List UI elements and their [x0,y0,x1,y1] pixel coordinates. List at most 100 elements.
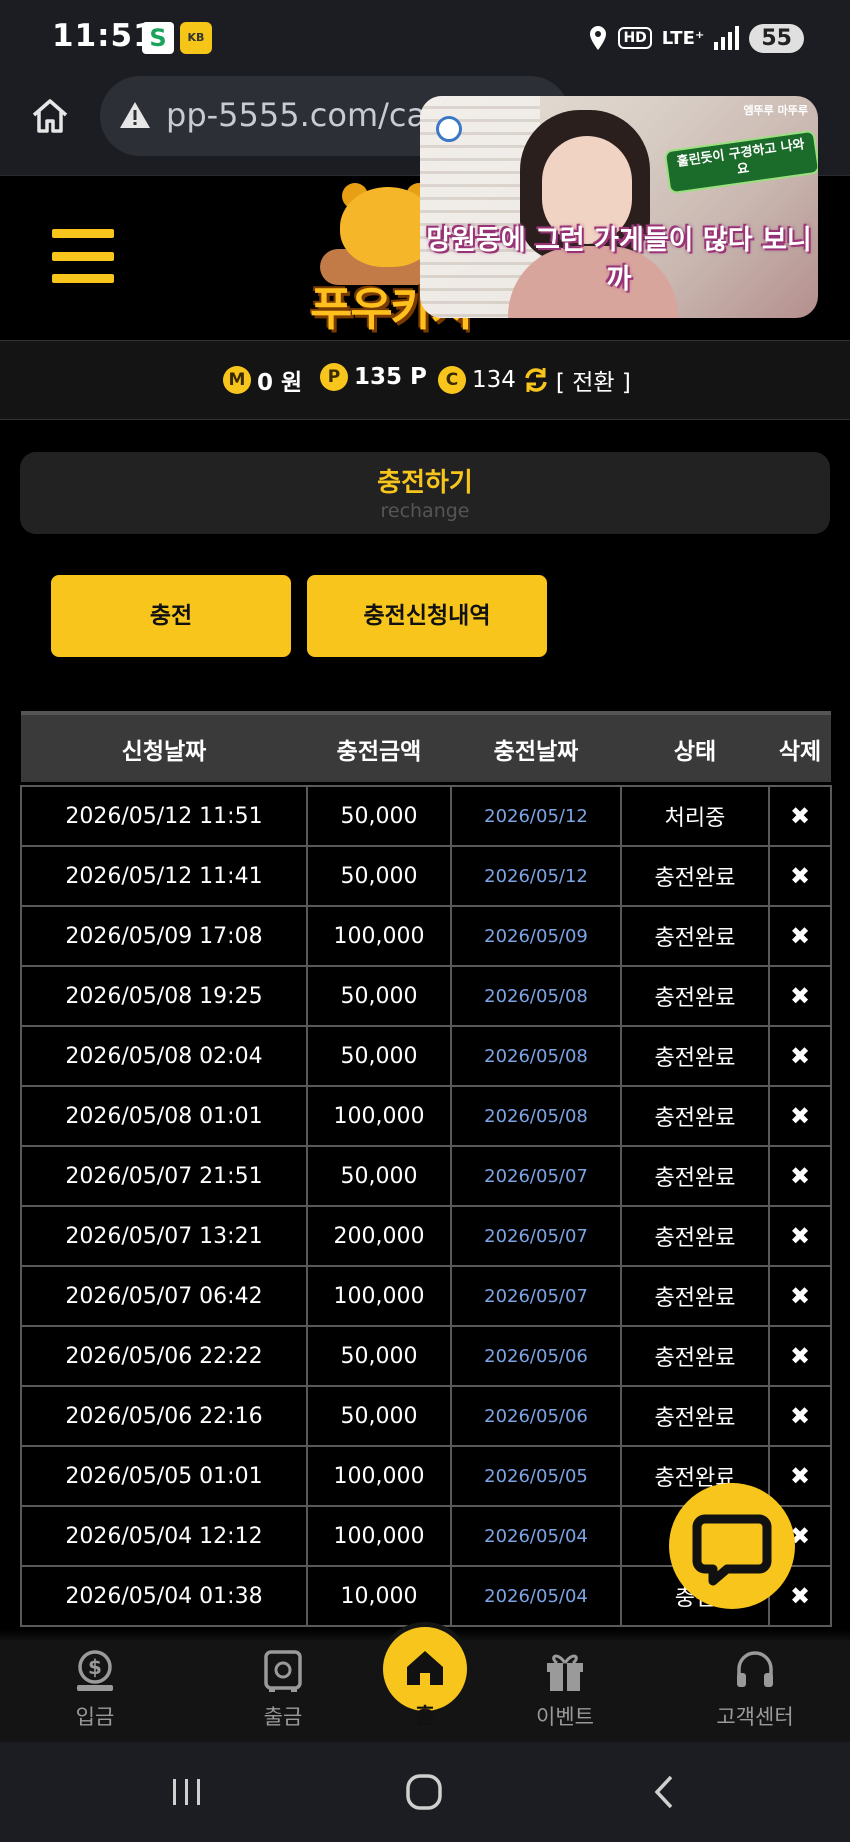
table-row: 2026/05/07 21:51 50,000 2026/05/07 충전완료 ✖ [20,1145,832,1207]
system-navigation-bar [0,1742,850,1842]
svg-text:$: $ [88,1655,102,1679]
gift-icon [547,1654,583,1691]
request-date-cell: 2026/05/06 22:22 [20,1325,308,1387]
delete-icon[interactable]: ✖ [768,905,832,967]
delete-icon[interactable]: ✖ [768,1085,832,1147]
delete-icon[interactable]: ✖ [768,1145,832,1207]
location-icon [590,26,607,50]
charge-date-cell: 2026/05/12 [450,785,622,847]
balance-bar: M 0 원 P 135 P C 134 [ 전환 ] [0,340,850,420]
charge-date-cell: 2026/05/06 [450,1325,622,1387]
col-header-charge-date: 충전날짜 [451,711,621,782]
status-indicators: HD LTE⁺ 55 [588,20,804,56]
main-content: 충전하기 rechange 충전 충전신청내역 신청날짜 충전금액 충전날짜 상… [0,421,850,1639]
switch-button[interactable]: [ 전환 ] [556,363,631,397]
charge-history-button[interactable]: 충전신청내역 [307,575,547,657]
request-date-cell: 2026/05/07 21:51 [20,1145,308,1207]
charge-date-cell: 2026/05/07 [450,1145,622,1207]
url-text[interactable]: pp-5555.com/cas [166,96,426,134]
nav-event[interactable]: 이벤트 [495,1649,635,1739]
delete-icon[interactable]: ✖ [768,1025,832,1087]
menu-icon[interactable] [52,229,114,283]
amount-cell: 50,000 [306,845,452,907]
system-home-icon[interactable] [404,1772,444,1812]
money-balance: M 0 원 [223,363,302,397]
nav-withdraw[interactable]: 출금 [213,1649,353,1739]
status-cell: 충전완료 [620,1085,770,1147]
battery-level: 55 [749,23,804,53]
col-header-status: 상태 [621,711,769,782]
charge-date-cell: 2026/05/06 [450,1385,622,1447]
amount-cell: 200,000 [306,1205,452,1267]
charge-button[interactable]: 충전 [51,575,291,657]
request-date-cell: 2026/05/08 19:25 [20,965,308,1027]
home-icon [407,1651,443,1685]
nav-deposit-label: 입금 [75,1705,115,1729]
warning-icon[interactable] [118,100,152,130]
safe-icon [264,1650,302,1692]
request-date-cell: 2026/05/06 22:16 [20,1385,308,1447]
nav-home-label: 홈 [415,1704,435,1728]
page-subtitle: rechange [380,500,470,522]
table-row: 2026/05/12 11:51 50,000 2026/05/12 처리중 ✖ [20,785,832,847]
pip-video-overlay[interactable]: 훌린듯이 구경하고 나와요 엠뚜루 마뚜루 망원동에 그런 가게들이 많다 보니… [420,96,818,318]
table-row: 2026/05/12 11:41 50,000 2026/05/12 충전완료 ✖ [20,845,832,907]
video-caption: 망원동에 그런 가게들이 많다 보니까 [426,225,812,295]
request-date-cell: 2026/05/07 06:42 [20,1265,308,1327]
headset-icon [737,1651,773,1687]
coin-icon: C [438,366,466,394]
col-header-request-date: 신청날짜 [21,711,307,782]
request-date-cell: 2026/05/05 01:01 [20,1445,308,1507]
table-header-row: 신청날짜 충전금액 충전날짜 상태 삭제 [21,711,831,782]
status-cell: 충전완료 [620,1025,770,1087]
nav-home[interactable]: 홈 [378,1622,472,1732]
charge-date-cell: 2026/05/08 [450,1085,622,1147]
hd-voice-icon: HD [618,27,652,49]
chat-icon [692,1514,772,1586]
charge-date-cell: 2026/05/05 [450,1445,622,1507]
page-title-box: 충전하기 rechange [20,452,830,534]
charge-date-cell: 2026/05/04 [450,1505,622,1567]
status-cell: 충전완료 [620,1325,770,1387]
page-title: 충전하기 [377,468,473,498]
table-row: 2026/05/08 19:25 50,000 2026/05/08 충전완료 ✖ [20,965,832,1027]
table-row: 2026/05/08 02:04 50,000 2026/05/08 충전완료 ✖ [20,1025,832,1087]
charge-date-cell: 2026/05/09 [450,905,622,967]
delete-icon[interactable]: ✖ [768,1265,832,1327]
request-date-cell: 2026/05/04 01:38 [20,1565,308,1627]
nav-support-label: 고객센터 [716,1705,794,1729]
status-time: 11:51 [52,18,156,54]
video-tag: 엠뚜루 마뚜루 [743,104,808,117]
recent-apps-icon[interactable] [167,1772,207,1812]
browser-home-icon[interactable] [30,96,70,136]
back-icon[interactable] [645,1772,685,1812]
signal-icon [714,26,740,50]
video-badge: 훌린듯이 구경하고 나와요 [663,129,818,195]
point-value: 135 P [354,364,427,390]
delete-icon[interactable]: ✖ [768,1325,832,1387]
request-date-cell: 2026/05/12 11:51 [20,785,308,847]
nav-deposit[interactable]: $ 입금 [25,1649,165,1739]
refresh-icon[interactable] [522,366,550,394]
delete-icon[interactable]: ✖ [768,1385,832,1447]
status-cell: 충전완료 [620,1205,770,1267]
charge-date-cell: 2026/05/07 [450,1265,622,1327]
delete-icon[interactable]: ✖ [768,965,832,1027]
request-date-cell: 2026/05/04 12:12 [20,1505,308,1567]
nav-support[interactable]: 고객센터 [685,1649,825,1739]
delete-icon[interactable]: ✖ [768,785,832,847]
nav-withdraw-label: 출금 [263,1705,303,1729]
amount-cell: 100,000 [306,905,452,967]
dollar-coin-icon: $ [77,1650,113,1691]
col-header-amount: 충전금액 [307,711,451,782]
status-cell: 충전완료 [620,965,770,1027]
charge-date-cell: 2026/05/04 [450,1565,622,1627]
amount-cell: 50,000 [306,1025,452,1087]
point-icon: P [320,363,348,391]
charge-date-cell: 2026/05/08 [450,965,622,1027]
charge-date-cell: 2026/05/12 [450,845,622,907]
delete-icon[interactable]: ✖ [768,1205,832,1267]
amount-cell: 10,000 [306,1565,452,1627]
chat-button[interactable] [669,1483,795,1609]
delete-icon[interactable]: ✖ [768,845,832,907]
